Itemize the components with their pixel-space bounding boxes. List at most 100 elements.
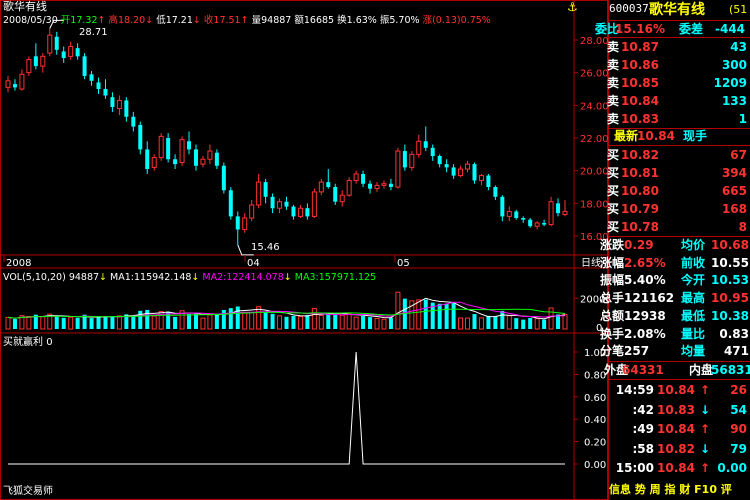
volume-legend-title: VOL(5,10,20) — [3, 272, 66, 283]
candle-body — [374, 184, 380, 190]
buy-order-volume: 665 — [721, 184, 747, 198]
candle-body — [339, 194, 345, 203]
stat-row: 涨幅 2.65% 前收 10.55 — [600, 255, 750, 272]
candle-body — [249, 204, 255, 219]
candle-body — [472, 164, 477, 181]
volume-bar — [256, 306, 262, 330]
candle-body — [228, 190, 233, 217]
price-tick-label: 26.00 — [580, 69, 608, 80]
chart-area[interactable]: 28.00 26.00 24.00 22.00 20.00 18.00 16.00 2008 0… — [0, 0, 608, 500]
volume-bar — [514, 318, 519, 329]
candle-body — [402, 151, 407, 168]
candle-body — [548, 201, 554, 226]
period-label[interactable]: 日线 — [581, 258, 601, 270]
stat-value: 0.83 — [719, 326, 749, 341]
tick-price: 10.84 — [657, 422, 695, 436]
sell-order-row[interactable]: 卖 10.84 133 — [607, 92, 750, 110]
stat-label: 总额 — [600, 308, 625, 323]
volume-bar — [423, 299, 428, 329]
chart-title: 歌华有线 — [3, 0, 47, 13]
candle-body — [353, 173, 359, 181]
candle-body — [430, 147, 435, 156]
latest-price: 10.84 — [637, 129, 675, 143]
indicator-tick-label: 0.80 — [584, 370, 606, 381]
tick-volume: 0.00 — [717, 461, 747, 475]
volume-bar — [131, 315, 136, 329]
sell-order-price: 10.87 — [621, 40, 659, 54]
sell-order-volume: 43 — [730, 40, 747, 54]
candle-body — [158, 135, 164, 159]
candle-body — [361, 173, 366, 184]
outer-inner-row: 外盘 64331 内盘 56831 — [604, 362, 750, 380]
buy-order-row[interactable]: 买 10.80 665 — [607, 182, 750, 200]
volume-legend-current: 94887 — [68, 272, 100, 283]
buy-order-price: 10.78 — [621, 220, 659, 234]
inner-value: 56831 — [711, 363, 750, 377]
sell-order-label: 卖 — [607, 40, 620, 54]
candle-body — [47, 34, 53, 54]
anchor-icon[interactable]: ⚓ — [567, 1, 578, 13]
candle-body — [263, 182, 268, 197]
sell-order-label: 卖 — [607, 94, 620, 108]
info-amplitude: 振5.70% — [379, 15, 420, 26]
sell-order-row[interactable]: 卖 10.85 1209 — [607, 74, 750, 92]
buy-order-row[interactable]: 买 10.81 394 — [607, 164, 750, 182]
quote-footer[interactable]: 信息 势 周 指 财 F10 评 — [609, 481, 750, 500]
volume-bar — [548, 307, 554, 330]
indicator-line — [8, 351, 565, 465]
tick-volume: 26 — [730, 383, 747, 397]
info-volume: 量94887 — [251, 15, 292, 26]
candle-body — [381, 183, 387, 186]
candle-body — [124, 100, 129, 117]
commission-diff: -444 — [715, 22, 746, 36]
candle-body — [110, 97, 115, 107]
volume-bar — [542, 319, 547, 329]
buy-order-row[interactable]: 买 10.82 67 — [607, 146, 750, 164]
price-tick-label: 28.00 — [580, 36, 608, 47]
candle-body — [179, 139, 185, 163]
sell-order-row[interactable]: 卖 10.87 43 — [607, 38, 750, 56]
stat-label: 振幅 — [600, 273, 625, 288]
stat-label: 均量 — [681, 344, 706, 359]
quote-footer-tabs[interactable]: 信息 势 周 指 财 F10 评 — [609, 484, 732, 496]
volume-bar — [465, 317, 471, 330]
candle-body — [5, 80, 11, 88]
commission-ratio: 15.16% — [615, 22, 665, 36]
date-tick-label: 2008 — [6, 258, 31, 269]
candle-body — [270, 196, 275, 209]
volume-bar — [444, 303, 449, 329]
buy-order-row[interactable]: 买 10.79 168 — [607, 200, 750, 218]
stat-label: 均价 — [681, 238, 706, 252]
info-bar: 2008/05/30 开17.32↑ 高18.20↓ 低17.21↓ 收17.5… — [3, 15, 491, 27]
buy-order-row[interactable]: 买 10.78 8 — [607, 218, 750, 236]
candle-body — [193, 149, 198, 166]
candle-body — [277, 201, 283, 209]
stat-label: 最高 — [681, 291, 706, 306]
candle-body — [493, 187, 498, 197]
indicator-title: 买就赢利 — [3, 337, 43, 348]
price-tick-label: 22.00 — [580, 134, 608, 145]
candle-body — [556, 203, 561, 214]
volume-bar — [374, 317, 380, 330]
date-tick-label: 04 — [247, 258, 260, 269]
volume-bar — [534, 318, 540, 330]
sell-order-row[interactable]: 卖 10.86 300 — [607, 56, 750, 74]
candle-body — [173, 159, 178, 165]
volume-bar — [368, 317, 373, 329]
candle-body — [256, 181, 262, 206]
candle-body — [103, 89, 108, 96]
tick-arrow: ↑ — [700, 383, 711, 397]
candle-body — [207, 150, 213, 160]
stat-value: 0.29 — [624, 238, 654, 252]
candle-body — [68, 46, 74, 57]
chart-canvas[interactable]: 28.0026.0024.0022.0020.0018.0016.002008 0… — [0, 0, 608, 500]
candle-body — [291, 206, 296, 217]
candle-body — [458, 168, 464, 177]
tick-volume: 54 — [730, 402, 747, 417]
volume-bar — [26, 315, 32, 330]
sell-order-row[interactable]: 卖 10.83 1 — [607, 110, 750, 128]
quote-panel: 600037 歌华有线 (51 委比 15.16% 委差 -444 卖 10.87… — [595, 0, 750, 500]
candle-body — [514, 211, 519, 219]
candle-body — [284, 201, 289, 207]
candle-body — [346, 179, 352, 196]
